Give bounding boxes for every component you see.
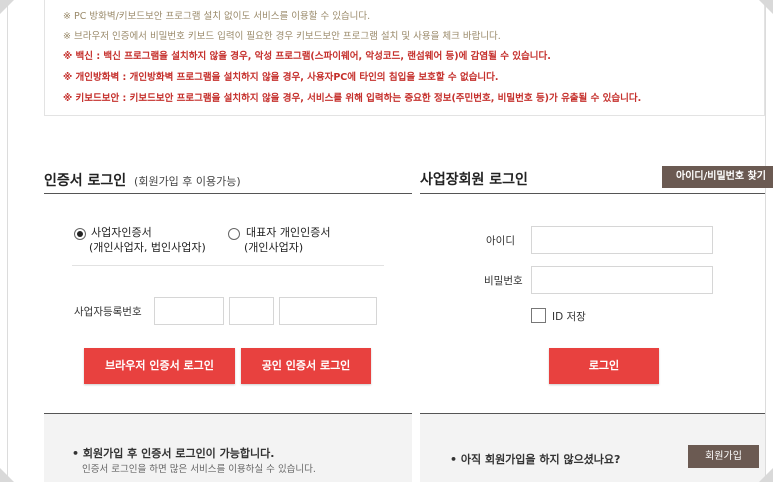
- password-label: 비밀번호: [484, 275, 523, 287]
- member-footer-divider: [420, 413, 765, 414]
- notice-line-1: ※ PC 방화벽/키보드보안 프로그램 설치 없이도 서비스를 이용할 수 있습…: [63, 11, 371, 22]
- notice-line-4: ※ 개인방화벽 : 개인방화벽 프로그램을 설치하지 않을 경우, 사용자PC에…: [63, 72, 499, 83]
- member-login-divider: [420, 193, 765, 194]
- notice-line-2: ※ 브라우저 인증에서 비밀번호 키보드 입력이 필요한 경우 키보드보안 프로…: [63, 31, 501, 42]
- radio-business-cert-sub: (개인사업자, 법인사업자): [89, 241, 206, 254]
- biz-number-label: 사업자등록번호: [74, 306, 142, 318]
- cert-footer-divider: [44, 413, 412, 414]
- find-id-password-button[interactable]: 아이디/비밀번호 찾기: [662, 166, 773, 188]
- public-cert-login-button[interactable]: 공인 인증서 로그인: [241, 348, 371, 384]
- corner-top-right: [759, 0, 773, 14]
- id-input[interactable]: [531, 226, 713, 254]
- cert-login-title: 인증서 로그인: [44, 173, 127, 189]
- radio-business-cert-label: 사업자인증서: [91, 226, 152, 239]
- member-login-title: 사업장회원 로그인: [420, 172, 528, 188]
- cert-radio-divider: [72, 265, 384, 266]
- save-id-checkbox[interactable]: [531, 308, 546, 323]
- notice-line-5: ※ 키보드보안 : 키보드보안 프로그램을 설치하지 않을 경우, 서비스를 위…: [63, 93, 642, 104]
- member-footer-text: • 아직 회원가입을 하지 않으셨나요?: [450, 453, 621, 466]
- radio-rep-cert-label: 대표자 개인인증서: [246, 226, 331, 239]
- biz-number-input-2[interactable]: [229, 297, 274, 325]
- save-id-label: ID 저장: [552, 311, 586, 323]
- biz-number-input-1[interactable]: [154, 297, 224, 325]
- frame-left-border: [7, 0, 8, 482]
- cert-login-divider: [44, 193, 412, 194]
- join-button[interactable]: 회원가입: [688, 445, 759, 468]
- cert-login-heading: 인증서 로그인 (회원가입 후 이용가능): [44, 170, 241, 190]
- cert-footer-text: • 회원가입 후 인증서 로그인이 가능합니다.: [72, 447, 275, 460]
- password-input[interactable]: [531, 266, 713, 294]
- notice-box: ※ PC 방화벽/키보드보안 프로그램 설치 없이도 서비스를 이용할 수 있습…: [44, 0, 765, 116]
- corner-bottom-left: [0, 468, 14, 482]
- cert-login-subtitle: (회원가입 후 이용가능): [134, 175, 241, 188]
- biz-number-input-3[interactable]: [279, 297, 377, 325]
- cert-footer-panel: • 회원가입 후 인증서 로그인이 가능합니다. 인증서 로그인을 하면 많은 …: [44, 414, 412, 482]
- browser-cert-login-button[interactable]: 브라우저 인증서 로그인: [84, 348, 235, 384]
- notice-line-3: ※ 백신 : 백신 프로그램을 설치하지 않을 경우, 악성 프로그램(스파이웨…: [63, 51, 551, 62]
- cert-footer-subtext: 인증서 로그인을 하면 많은 서비스를 이용하실 수 있습니다.: [82, 464, 316, 475]
- id-label: 아이디: [486, 235, 515, 247]
- page-frame: ※ PC 방화벽/키보드보안 프로그램 설치 없이도 서비스를 이용할 수 있습…: [0, 0, 773, 482]
- corner-bottom-right: [759, 468, 773, 482]
- radio-business-cert[interactable]: [74, 228, 86, 240]
- radio-rep-cert-sub: (개인사업자): [244, 241, 304, 254]
- corner-top-left: [0, 0, 14, 14]
- radio-rep-cert[interactable]: [228, 228, 240, 240]
- login-button[interactable]: 로그인: [549, 348, 659, 384]
- frame-right-border: [765, 0, 766, 482]
